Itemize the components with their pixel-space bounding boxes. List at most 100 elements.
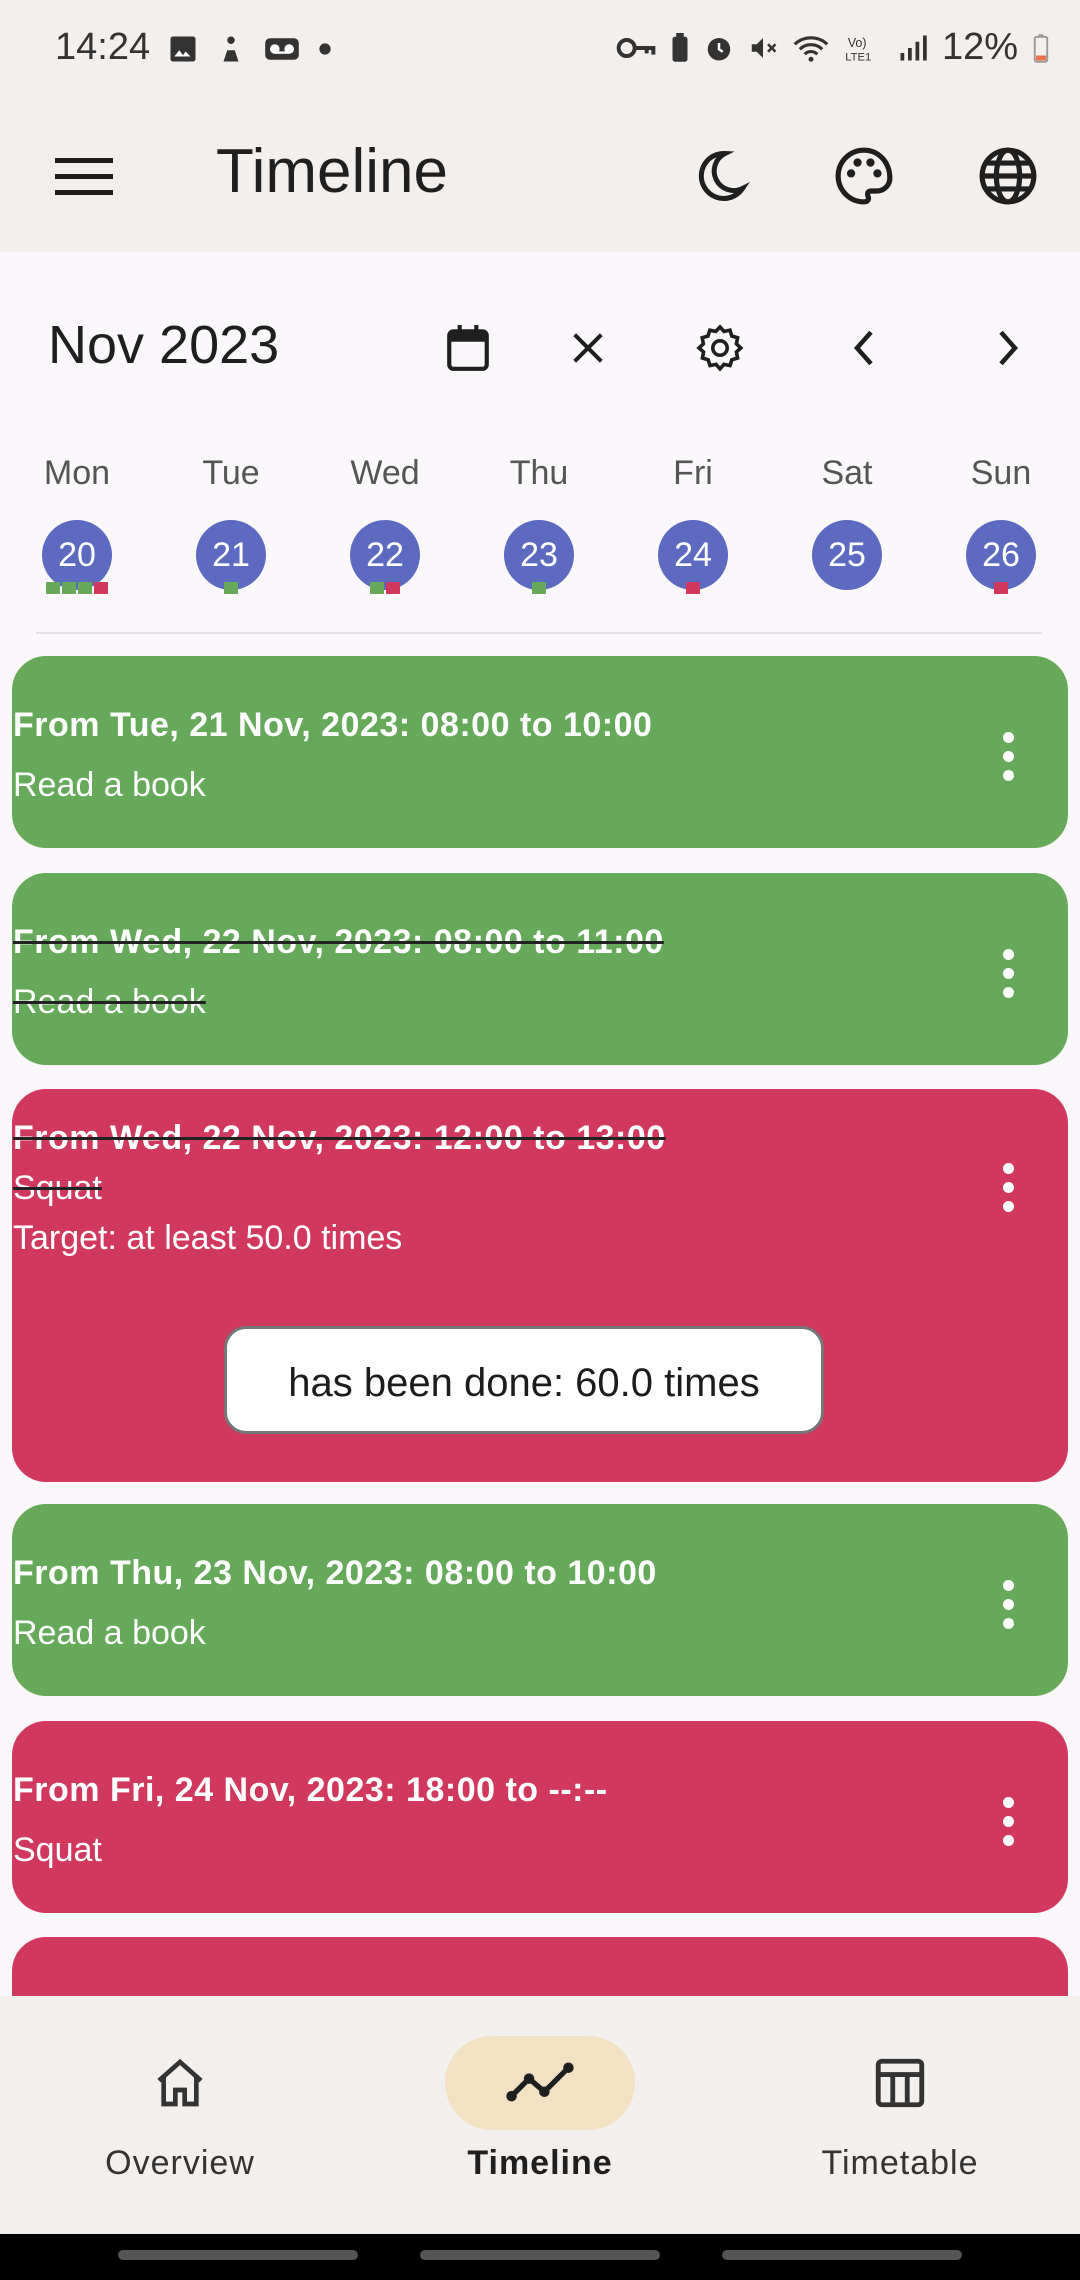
dark-mode-button[interactable]	[680, 136, 760, 216]
event-marker	[224, 582, 238, 594]
weekday-tue: Tue	[202, 454, 260, 492]
kebab-dot	[1002, 770, 1014, 781]
more-options-button[interactable]	[1000, 1163, 1016, 1212]
status-left-icons	[168, 34, 332, 64]
event-card[interactable]: From Thu, 23 Nov, 2023: 08:00 to 10:00 R…	[12, 1504, 1068, 1696]
accessibility-icon	[223, 36, 239, 62]
kebab-dot	[1002, 1835, 1014, 1846]
day-25[interactable]: 25	[812, 520, 882, 590]
nav-label: Timeline	[467, 2144, 613, 2182]
event-marker	[94, 582, 108, 594]
event-marker	[370, 582, 384, 594]
event-marker	[46, 582, 60, 594]
kebab-dot	[1002, 968, 1014, 979]
weekday-sat: Sat	[821, 454, 873, 492]
day-22[interactable]: 22	[350, 520, 420, 590]
event-card[interactable]: From Tue, 21 Nov, 2023: 08:00 to 10:00 R…	[12, 656, 1068, 848]
event-card[interactable]: From Wed, 22 Nov, 2023: 12:00 to 13:00 S…	[12, 1089, 1068, 1482]
day-26[interactable]: 26	[966, 520, 1036, 590]
event-marker	[994, 582, 1008, 594]
event-card[interactable]	[12, 1937, 1068, 1996]
event-title: From Fri, 24 Nov, 2023: 18:00 to --:--	[13, 1771, 608, 1809]
voicemail-icon	[265, 38, 299, 60]
calendar-divider	[36, 632, 1042, 634]
event-marker	[62, 582, 76, 594]
next-button[interactable]	[976, 316, 1040, 380]
event-marker	[78, 582, 92, 594]
nav-timeline[interactable]: Timeline	[390, 2036, 690, 2183]
event-marker	[386, 582, 400, 594]
event-subtitle: Read a book	[13, 983, 206, 1021]
gallery-icon	[170, 36, 196, 62]
clear-button[interactable]	[556, 316, 620, 380]
kebab-dot	[1002, 1797, 1014, 1808]
nav-timetable[interactable]: Timetable	[750, 2036, 1050, 2183]
event-subtitle: Squat	[13, 1831, 102, 1869]
language-icon	[979, 147, 1037, 205]
gesture-bar	[0, 2234, 1080, 2280]
more-options-button[interactable]	[1000, 1797, 1016, 1846]
weekday-fri: Fri	[673, 454, 713, 492]
nav-label: Timetable	[821, 2144, 979, 2182]
day-24-markers	[686, 582, 700, 596]
day-20-markers	[46, 582, 108, 596]
bottom-nav: Overview Timeline Timetable	[0, 1996, 1080, 2234]
palette-icon	[835, 147, 893, 205]
alarm-icon	[707, 37, 731, 60]
kebab-dot	[1002, 949, 1014, 960]
chevron-left-icon	[853, 330, 873, 366]
kebab-dot	[1002, 751, 1014, 762]
event-target: Target: at least 50.0 times	[13, 1219, 403, 1257]
palette-button[interactable]	[824, 136, 904, 216]
kebab-dot	[1002, 1816, 1014, 1827]
event-card[interactable]: From Fri, 24 Nov, 2023: 18:00 to --:-- S…	[12, 1721, 1068, 1913]
settings-icon	[696, 324, 744, 372]
day-26-markers	[994, 582, 1008, 596]
language-button[interactable]	[968, 136, 1048, 216]
kebab-dot	[1002, 1580, 1014, 1591]
previous-button[interactable]	[832, 316, 896, 380]
event-title: From Tue, 21 Nov, 2023: 08:00 to 10:00	[13, 706, 653, 744]
day-23-markers	[532, 582, 546, 596]
more-options-button[interactable]	[1000, 732, 1016, 781]
gesture-handle	[420, 2250, 660, 2260]
day-22-markers	[370, 582, 400, 596]
kebab-dot	[1002, 1618, 1014, 1629]
day-23[interactable]: 23	[504, 520, 574, 590]
battery-icon	[1033, 33, 1049, 63]
kebab-dot	[1002, 987, 1014, 998]
more-options-button[interactable]	[1000, 949, 1016, 998]
svg-text:LTE1: LTE1	[845, 51, 871, 63]
app-bar: Timeline	[0, 100, 1080, 252]
day-24[interactable]: 24	[658, 520, 728, 590]
gesture-handle	[722, 2250, 962, 2260]
nav-overview[interactable]: Overview	[30, 2036, 330, 2183]
nav-icon-container	[805, 2036, 995, 2130]
dark-mode-icon	[698, 150, 750, 201]
event-card[interactable]: From Wed, 22 Nov, 2023: 08:00 to 11:00 R…	[12, 873, 1068, 1065]
battery-percent: 12%	[941, 26, 1018, 68]
done-count-button[interactable]: has been done: 60.0 times	[224, 1326, 824, 1434]
settings-button[interactable]	[688, 316, 752, 380]
status-right: Vo) LTE1 12%	[616, 26, 1050, 69]
timeline-content: Nov 2023 Mon Tue Wed Thu Fri Sat Sun 20 …	[0, 252, 1080, 1996]
event-title: From Wed, 22 Nov, 2023: 08:00 to 11:00	[13, 923, 664, 961]
mute-icon	[751, 37, 777, 58]
day-21[interactable]: 21	[196, 520, 266, 590]
battery-saver-icon	[672, 32, 688, 62]
day-20[interactable]: 20	[42, 520, 112, 590]
menu-button[interactable]	[44, 146, 124, 206]
kebab-dot	[1002, 1182, 1014, 1193]
dot-icon	[319, 43, 331, 55]
kebab-dot	[1002, 1163, 1014, 1174]
nav-icon-container	[85, 2036, 275, 2130]
event-subtitle: Read a book	[13, 1614, 206, 1652]
kebab-dot	[1002, 1599, 1014, 1610]
event-marker	[532, 582, 546, 594]
calendar-button[interactable]	[436, 316, 500, 380]
month-label: Nov 2023	[48, 315, 280, 375]
home-icon	[157, 2058, 203, 2107]
more-options-button[interactable]	[1000, 1580, 1016, 1629]
chevron-right-icon	[999, 330, 1019, 366]
kebab-dot	[1002, 732, 1014, 743]
